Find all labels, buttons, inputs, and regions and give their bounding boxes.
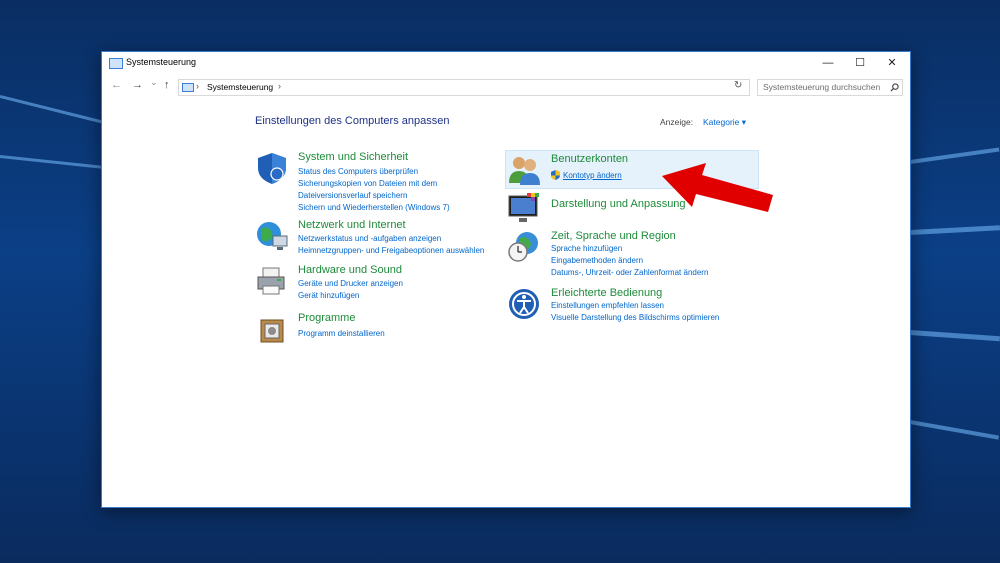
clock-globe-icon	[508, 232, 538, 262]
breadcrumb-separator[interactable]: ›	[196, 81, 199, 91]
search-placeholder: Systemsteuerung durchsuchen	[763, 82, 881, 92]
link-change-account-type[interactable]: Kontotyp ändern	[563, 171, 622, 180]
category-title-access[interactable]: Erleichterte Bedienung	[551, 287, 662, 299]
link-optimize-display[interactable]: Visuelle Darstellung des Bildschirms opt…	[551, 313, 719, 322]
link-add-language[interactable]: Sprache hinzufügen	[551, 244, 622, 253]
page-title: Einstellungen des Computers anpassen	[255, 115, 450, 127]
breadcrumb-systemsteuerung[interactable]: Systemsteuerung	[207, 82, 273, 92]
link-homegroup-sharing[interactable]: Heimnetzgruppen- und Freigabeoptionen au…	[298, 246, 484, 255]
search-icon	[890, 83, 899, 92]
title-bar: Systemsteuerung — ☐ ✕	[102, 52, 910, 74]
window-title: Systemsteuerung	[126, 57, 197, 67]
category-title-hardware[interactable]: Hardware und Sound	[298, 264, 402, 276]
link-restore[interactable]: Sichern und Wiederherstellen (Windows 7)	[298, 203, 450, 212]
globe-network-icon	[257, 222, 288, 250]
control-panel-window: Systemsteuerung — ☐ ✕ ← → ⌄ ↑ › Systemst…	[101, 51, 911, 508]
printer-icon	[257, 267, 285, 295]
control-panel-icon	[182, 83, 194, 92]
link-network-status[interactable]: Netzwerkstatus und -aufgaben anzeigen	[298, 234, 441, 243]
address-bar[interactable]: › Systemsteuerung › ↻	[178, 79, 750, 96]
minimize-button[interactable]: —	[812, 52, 844, 74]
link-backup-line2[interactable]: Dateiversionsverlauf speichern	[298, 191, 407, 200]
hover-highlight	[505, 150, 759, 189]
recent-locations-icon[interactable]: ⌄	[150, 77, 158, 88]
forward-arrow-icon[interactable]: →	[132, 79, 143, 91]
maximize-button[interactable]: ☐	[844, 52, 876, 74]
link-uninstall-program[interactable]: Programm deinstallieren	[298, 329, 385, 338]
link-date-time-format[interactable]: Datums-, Uhrzeit- oder Zahlenformat ände…	[551, 268, 708, 277]
category-title-programs[interactable]: Programme	[298, 312, 355, 324]
breadcrumb-separator[interactable]: ›	[278, 81, 281, 91]
refresh-icon[interactable]: ↻	[734, 80, 742, 91]
category-title-accounts[interactable]: Benutzerkonten	[551, 153, 628, 165]
accessibility-icon	[509, 289, 539, 319]
up-arrow-icon[interactable]: ↑	[164, 79, 170, 91]
category-title-appearance[interactable]: Darstellung und Anpassung	[551, 198, 686, 210]
category-title-system[interactable]: System und Sicherheit	[298, 151, 408, 163]
program-box-icon	[260, 319, 284, 343]
link-recommended-settings[interactable]: Einstellungen empfehlen lassen	[551, 301, 664, 310]
view-label: Anzeige:	[660, 117, 694, 127]
shield-icon	[258, 153, 286, 184]
link-input-methods[interactable]: Eingabemethoden ändern	[551, 256, 643, 265]
close-button[interactable]: ✕	[876, 52, 908, 74]
link-status-check[interactable]: Status des Computers überprüfen	[298, 167, 418, 176]
category-title-network[interactable]: Netzwerk und Internet	[298, 219, 406, 231]
link-add-device[interactable]: Gerät hinzufügen	[298, 291, 359, 300]
back-arrow-icon[interactable]: ←	[111, 79, 122, 91]
view-mode-dropdown[interactable]: Kategorie ▾	[703, 117, 746, 128]
navigation-bar: ← → ⌄ ↑ › Systemsteuerung › ↻ Systemsteu…	[102, 77, 910, 97]
control-panel-icon	[109, 58, 123, 69]
monitor-palette-icon	[508, 193, 539, 222]
users-icon	[509, 157, 540, 185]
category-title-region[interactable]: Zeit, Sprache und Region	[551, 230, 676, 242]
search-input[interactable]: Systemsteuerung durchsuchen	[757, 79, 903, 96]
uac-shield-icon	[551, 170, 560, 180]
link-devices-printers[interactable]: Geräte und Drucker anzeigen	[298, 279, 403, 288]
link-backup-line1[interactable]: Sicherungskopien von Dateien mit dem	[298, 179, 437, 188]
